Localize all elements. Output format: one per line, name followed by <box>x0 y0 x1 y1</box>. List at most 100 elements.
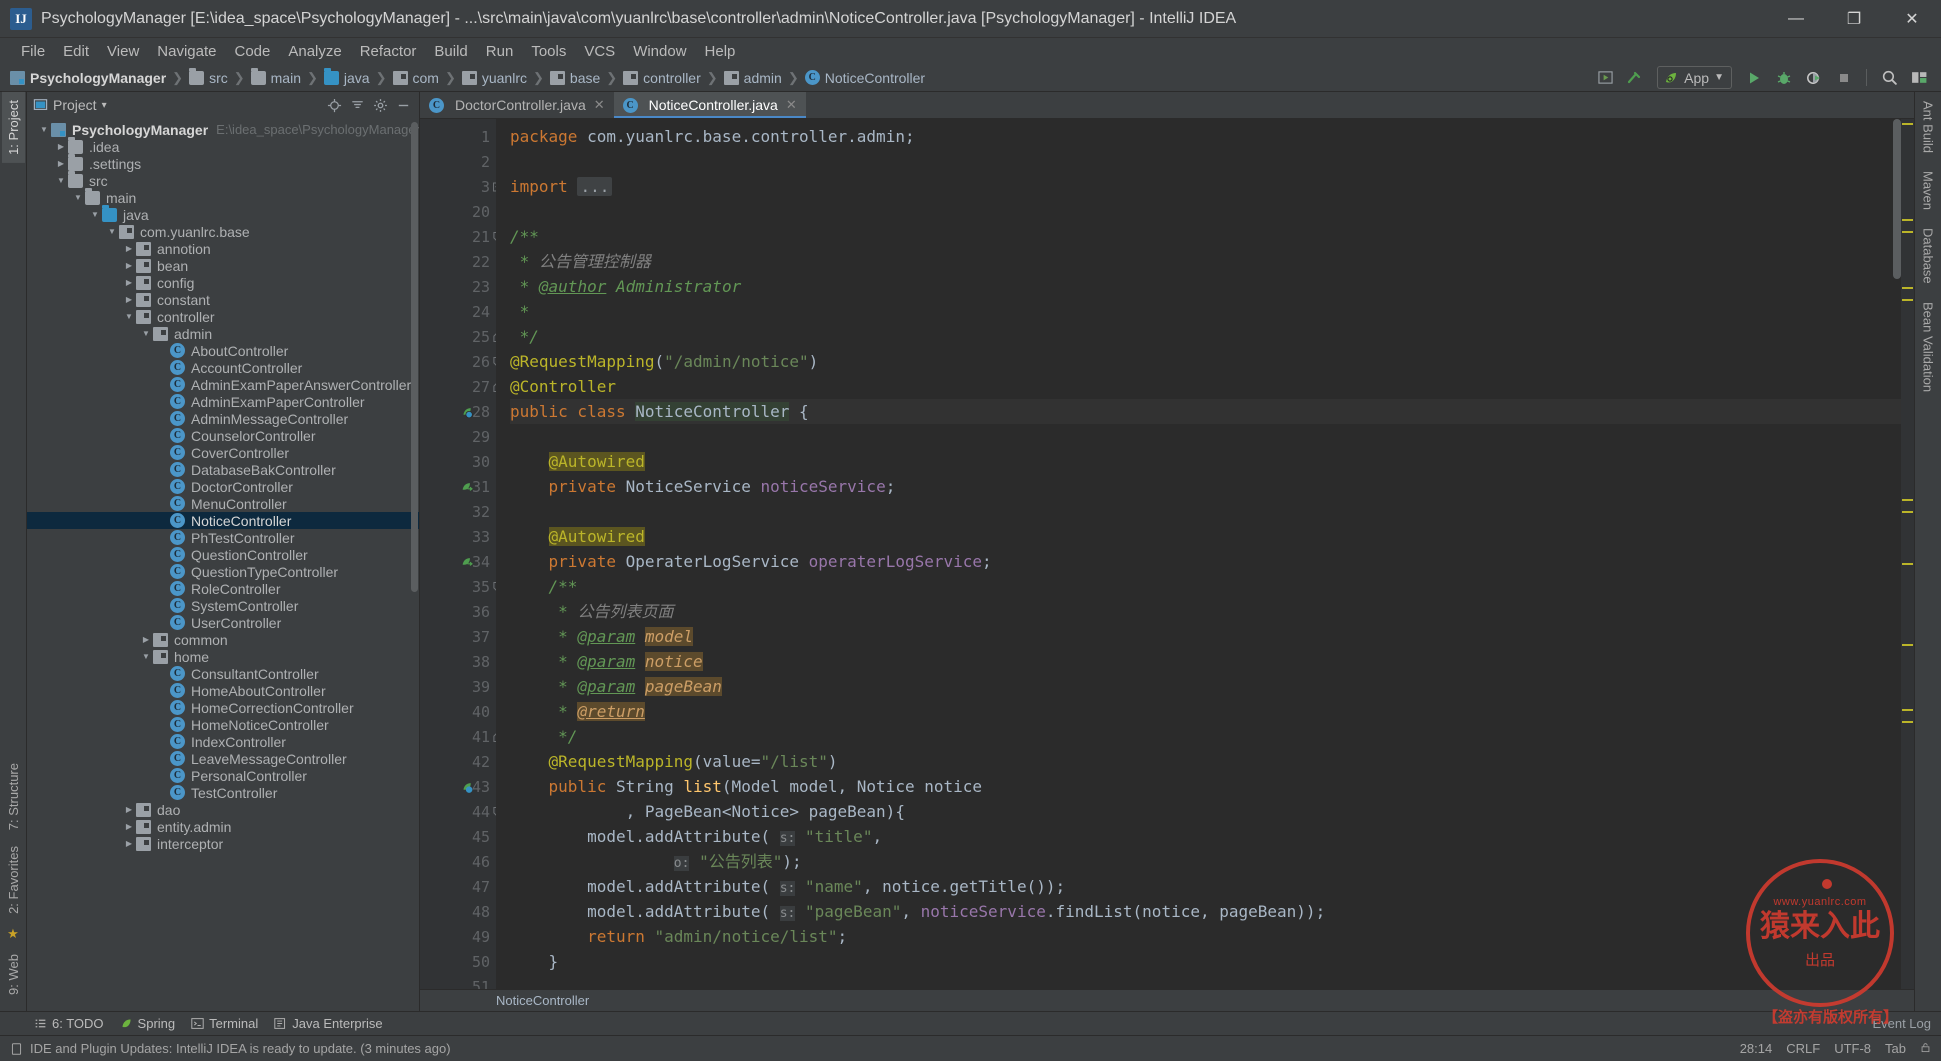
tree-expander[interactable]: ▶ <box>54 143 68 151</box>
tree-node[interactable]: ▼src <box>27 172 419 189</box>
minimize-button[interactable]: — <box>1767 0 1825 37</box>
tree-node[interactable]: ▼java <box>27 206 419 223</box>
maximize-button[interactable]: ❐ <box>1825 0 1883 37</box>
status-message-area[interactable]: IDE and Plugin Updates: IntelliJ IDEA is… <box>10 1041 451 1056</box>
menu-refactor[interactable]: Refactor <box>351 41 426 62</box>
debug-icon[interactable] <box>1770 66 1798 90</box>
tree-node[interactable]: CHomeCorrectionController <box>27 699 419 716</box>
code-line[interactable]: import ... <box>510 174 1901 199</box>
tree-expander[interactable]: ▼ <box>71 194 85 202</box>
gutter-line-23[interactable]: 23 <box>420 274 496 299</box>
tree-node[interactable]: ▶annotion <box>27 240 419 257</box>
gutter-line-42[interactable]: 42 <box>420 749 496 774</box>
tree-expander[interactable]: ▼ <box>37 126 51 134</box>
code-line[interactable] <box>510 974 1901 989</box>
breadcrumb-item-admin[interactable]: admin <box>724 70 782 86</box>
build-icon[interactable] <box>1591 66 1619 90</box>
code-line[interactable]: @Controller <box>510 374 1901 399</box>
bottom-item-terminal[interactable]: Terminal <box>191 1016 258 1031</box>
code-line[interactable]: * @param notice <box>510 649 1901 674</box>
code-line[interactable]: private NoticeService noticeService; <box>510 474 1901 499</box>
line-separator[interactable]: CRLF <box>1786 1041 1820 1056</box>
tree-node[interactable]: CCoverController <box>27 444 419 461</box>
tree-expander[interactable]: ▶ <box>122 279 136 287</box>
menu-edit[interactable]: Edit <box>54 41 98 62</box>
tree-expander[interactable]: ▶ <box>122 823 136 831</box>
code-line[interactable]: @Autowired <box>510 449 1901 474</box>
breadcrumb-item-yuanlrc[interactable]: yuanlrc <box>462 70 527 86</box>
gutter-line-1[interactable]: 1 <box>420 124 496 149</box>
tree-node[interactable]: ▶config <box>27 274 419 291</box>
tree-node[interactable]: CAboutController <box>27 342 419 359</box>
breadcrumb-item-java[interactable]: java <box>324 70 370 86</box>
tree-node[interactable]: CConsultantController <box>27 665 419 682</box>
collapse-all-icon[interactable] <box>347 95 367 115</box>
gutter-line-31[interactable]: 31 <box>420 474 496 499</box>
indent-setting[interactable]: Tab <box>1885 1041 1906 1056</box>
lock-icon[interactable] <box>1920 1041 1931 1057</box>
code-line[interactable]: * @param pageBean <box>510 674 1901 699</box>
code-line[interactable]: @RequestMapping("/admin/notice") <box>510 349 1901 374</box>
coverage-icon[interactable] <box>1800 66 1828 90</box>
request-mapping-marker-icon[interactable] <box>461 780 474 793</box>
tree-node[interactable]: ▶interceptor <box>27 835 419 852</box>
breadcrumb-item-com[interactable]: com <box>393 70 439 86</box>
sidebar-item-web[interactable]: 9: Web <box>2 946 25 1003</box>
tree-expander[interactable]: ▶ <box>122 262 136 270</box>
gutter-line-3[interactable]: +3 <box>420 174 496 199</box>
code-line[interactable]: * @author Administrator <box>510 274 1901 299</box>
code-line[interactable] <box>510 149 1901 174</box>
menu-view[interactable]: View <box>98 41 148 62</box>
run-configuration-selector[interactable]: App ▼ <box>1657 66 1732 89</box>
autowired-marker-icon[interactable] <box>461 480 474 493</box>
tree-node[interactable]: CQuestionTypeController <box>27 563 419 580</box>
tree-node[interactable]: CMenuController <box>27 495 419 512</box>
tree-node[interactable]: CDoctorController <box>27 478 419 495</box>
tree-expander[interactable]: ▶ <box>122 806 136 814</box>
sidebar-item-favorites[interactable]: 2: Favorites <box>2 838 25 922</box>
gutter-line-28[interactable]: 28 <box>420 399 496 424</box>
gutter-line-37[interactable]: 37 <box>420 624 496 649</box>
tree-node[interactable]: ▼admin <box>27 325 419 342</box>
event-log-label[interactable]: Event Log <box>1872 1016 1931 1031</box>
gutter-line-21[interactable]: 21 <box>420 224 496 249</box>
menu-run[interactable]: Run <box>477 41 523 62</box>
gutter-line-33[interactable]: 33 <box>420 524 496 549</box>
menu-code[interactable]: Code <box>225 41 279 62</box>
code-line[interactable]: public class NoticeController { <box>510 399 1901 424</box>
tree-node[interactable]: CAdminExamPaperAnswerController <box>27 376 419 393</box>
tree-node[interactable]: CHomeAboutController <box>27 682 419 699</box>
gutter-line-22[interactable]: 22 <box>420 249 496 274</box>
tab-doctorcontroller[interactable]: C DoctorController.java ✕ <box>420 92 614 118</box>
tree-node[interactable]: CIndexController <box>27 733 419 750</box>
tree-node[interactable]: ▶dao <box>27 801 419 818</box>
gutter-line-47[interactable]: 47 <box>420 874 496 899</box>
tree-node[interactable]: ▶common <box>27 631 419 648</box>
bottom-item-spring[interactable]: Spring <box>120 1016 176 1031</box>
tree-node[interactable]: CQuestionController <box>27 546 419 563</box>
tab-noticecontroller[interactable]: C NoticeController.java ✕ <box>614 92 806 118</box>
tree-node[interactable]: ▼controller <box>27 308 419 325</box>
editor-gutter[interactable]: 12+3202122232425262728293031323334353637… <box>420 119 496 989</box>
code-line[interactable]: package com.yuanlrc.base.controller.admi… <box>510 124 1901 149</box>
tree-expander[interactable]: ▶ <box>122 296 136 304</box>
gutter-line-51[interactable]: 51 <box>420 974 496 989</box>
gutter-line-40[interactable]: 40 <box>420 699 496 724</box>
tree-node[interactable]: CHomeNoticeController <box>27 716 419 733</box>
gutter-line-32[interactable]: 32 <box>420 499 496 524</box>
gutter-line-36[interactable]: 36 <box>420 599 496 624</box>
sidebar-item-bean-validation[interactable]: Bean Validation <box>1917 293 1940 401</box>
gutter-line-44[interactable]: 44 <box>420 799 496 824</box>
bottom-item-todo[interactable]: 6: TODO <box>34 1016 104 1031</box>
code-line[interactable] <box>510 199 1901 224</box>
gutter-line-46[interactable]: 46 <box>420 849 496 874</box>
tree-node[interactable]: ▼com.yuanlrc.base <box>27 223 419 240</box>
class-marker-icon[interactable] <box>461 405 474 418</box>
code-line[interactable]: o: "公告列表"); <box>510 849 1901 874</box>
tree-node[interactable]: CAdminExamPaperController <box>27 393 419 410</box>
tree-expander[interactable]: ▼ <box>139 330 153 338</box>
menu-navigate[interactable]: Navigate <box>148 41 225 62</box>
gutter-line-50[interactable]: 50 <box>420 949 496 974</box>
code-line[interactable]: @RequestMapping(value="/list") <box>510 749 1901 774</box>
menu-help[interactable]: Help <box>696 41 745 62</box>
